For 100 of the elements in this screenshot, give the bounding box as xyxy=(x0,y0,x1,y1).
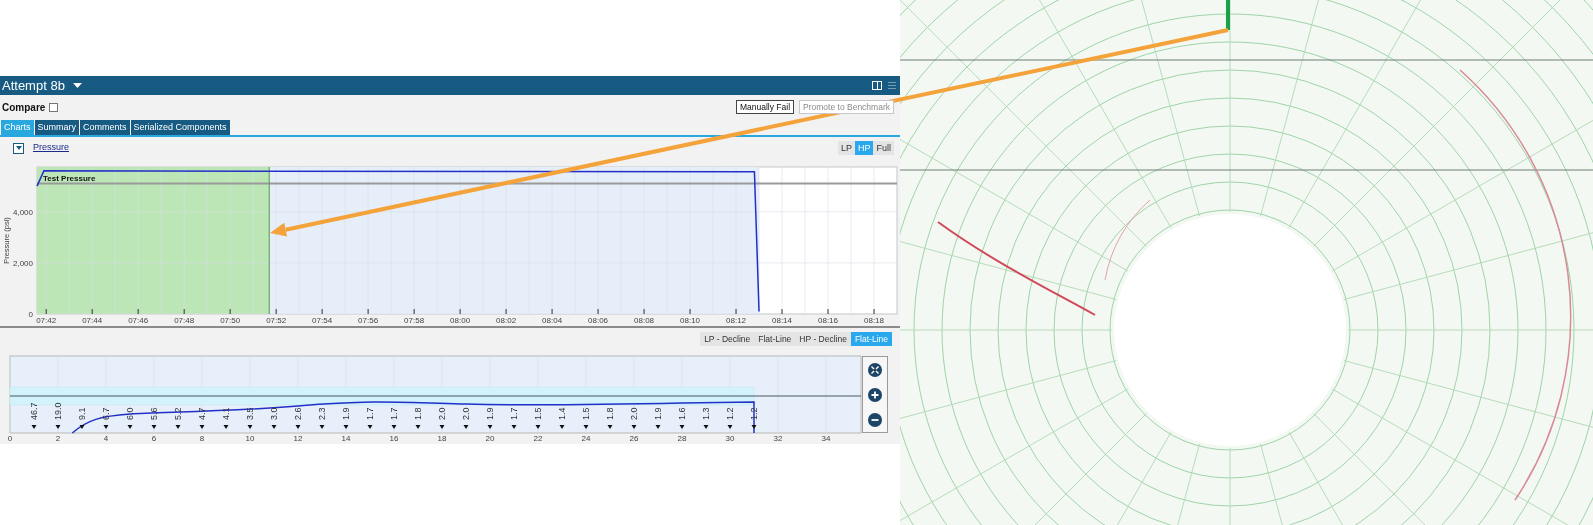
marker-value: 6.7 xyxy=(101,407,111,420)
x-axis-label: 16 xyxy=(389,434,399,442)
marker-value: 2.0 xyxy=(629,407,639,420)
x-axis-label: 30 xyxy=(725,434,735,442)
plus-icon xyxy=(871,390,879,399)
marker-icon xyxy=(535,425,541,429)
x-axis-label: 07:54 xyxy=(312,316,333,325)
tab[interactable]: Summary xyxy=(34,120,80,135)
x-axis-label: 08:08 xyxy=(634,316,655,325)
x-axis-label: 07:56 xyxy=(358,316,379,325)
chart-title: Pressure xyxy=(33,141,69,155)
marker-icon xyxy=(727,425,733,429)
marker-icon xyxy=(223,425,229,429)
marker-value: 1.2 xyxy=(749,407,759,420)
marker-icon xyxy=(295,425,301,429)
marker-icon xyxy=(439,425,445,429)
x-axis-label: 28 xyxy=(677,434,687,442)
marker-icon xyxy=(607,425,613,429)
action-button[interactable]: Manually Fail xyxy=(736,100,795,114)
marker-icon xyxy=(391,425,397,429)
marker-value: 19.0 xyxy=(53,402,63,420)
compare-checkbox[interactable] xyxy=(49,102,59,112)
x-axis-label: 2 xyxy=(55,434,61,442)
marker-icon xyxy=(487,425,493,429)
marker-value: 4.7 xyxy=(197,407,207,420)
marker-value: 1.6 xyxy=(677,407,687,420)
x-axis-label: 08:16 xyxy=(818,316,839,325)
marker-value: 5.6 xyxy=(149,407,159,420)
y-axis-label: 4,000 xyxy=(12,207,33,217)
marker-value: 46.7 xyxy=(29,402,39,420)
range-toggle[interactable]: LP xyxy=(837,141,855,155)
marker-value: 2.6 xyxy=(293,407,303,420)
mode-toggle[interactable]: LP - Decline xyxy=(700,332,755,346)
x-axis-label: 07:44 xyxy=(82,316,103,325)
threshold-label: Test Pressure xyxy=(43,173,96,183)
tab[interactable]: Serialized Components xyxy=(130,120,230,135)
marker-icon xyxy=(319,425,325,429)
marker-line xyxy=(1226,0,1230,30)
x-axis-label: 14 xyxy=(341,434,351,442)
x-axis-label: 0 xyxy=(7,434,13,442)
marker-value: 1.5 xyxy=(533,407,543,420)
marker-icon xyxy=(655,425,661,429)
marker-value: 3.5 xyxy=(245,407,255,420)
marker-value: 1.9 xyxy=(485,407,495,420)
mode-toggle[interactable]: Flat-Line xyxy=(754,332,796,346)
range-toggle[interactable]: Full xyxy=(873,141,894,155)
x-axis-label: 07:50 xyxy=(220,316,241,325)
expand-button[interactable] xyxy=(868,362,882,377)
layout-button[interactable] xyxy=(872,81,882,90)
marker-value: 1.3 xyxy=(701,407,711,420)
marker-value: 1.7 xyxy=(509,407,519,420)
marker-icon xyxy=(103,425,109,429)
collapse-button[interactable] xyxy=(13,142,24,154)
marker-icon xyxy=(511,425,517,429)
x-axis-label: 07:42 xyxy=(36,316,57,325)
x-axis-label: 32 xyxy=(773,434,783,442)
marker-value: 1.7 xyxy=(365,407,375,420)
x-axis-label: 08:10 xyxy=(680,316,701,325)
x-axis-label: 10 xyxy=(245,434,255,442)
zoom-in-button[interactable] xyxy=(868,387,882,402)
x-axis-label: 08:00 xyxy=(450,316,471,325)
marker-value: 2.0 xyxy=(461,407,471,420)
marker-icon xyxy=(679,425,685,429)
marker-value: 1.2 xyxy=(725,407,735,420)
panel-title: Attempt 8b xyxy=(2,79,65,92)
expand-icon xyxy=(871,365,879,374)
marker-icon xyxy=(583,425,589,429)
marker-value: 3.0 xyxy=(269,407,279,420)
marker-icon xyxy=(703,425,709,429)
y-axis-label: 0 xyxy=(28,310,33,319)
marker-icon xyxy=(199,425,205,429)
marker-icon xyxy=(559,425,565,429)
x-axis-label: 6 xyxy=(151,434,157,442)
compare-label: Compare xyxy=(2,100,46,115)
marker-icon xyxy=(55,425,61,429)
marker-value: 5.2 xyxy=(173,407,183,420)
caret-icon xyxy=(15,146,22,150)
marker-icon xyxy=(463,425,469,429)
x-axis-label: 08:18 xyxy=(864,316,884,325)
mode-toggle[interactable]: HP - Decline xyxy=(795,332,851,346)
marker-icon xyxy=(127,425,133,429)
x-axis-label: 08:12 xyxy=(726,316,747,325)
x-axis-label: 08:06 xyxy=(588,316,609,325)
x-axis-label: 20 xyxy=(485,434,495,442)
x-axis-label: 18 xyxy=(437,434,447,442)
x-axis-label: 07:52 xyxy=(266,316,287,325)
x-axis-label: 07:48 xyxy=(174,316,195,325)
tab[interactable]: Comments xyxy=(80,120,130,135)
marker-value: 1.7 xyxy=(389,407,399,420)
x-axis-label: 07:46 xyxy=(128,316,149,325)
zoom-out-button[interactable] xyxy=(868,412,882,427)
x-axis-label: 08:14 xyxy=(772,316,793,325)
marker-value: 6.0 xyxy=(125,407,135,420)
x-axis-label: 34 xyxy=(821,434,831,442)
marker-icon xyxy=(247,425,253,429)
marker-value: 1.8 xyxy=(605,407,615,420)
y-axis-label: 2,000 xyxy=(12,258,33,268)
x-axis-label: 07:58 xyxy=(404,316,425,325)
caret-icon xyxy=(73,83,83,88)
marker-value: 1.8 xyxy=(413,407,423,420)
